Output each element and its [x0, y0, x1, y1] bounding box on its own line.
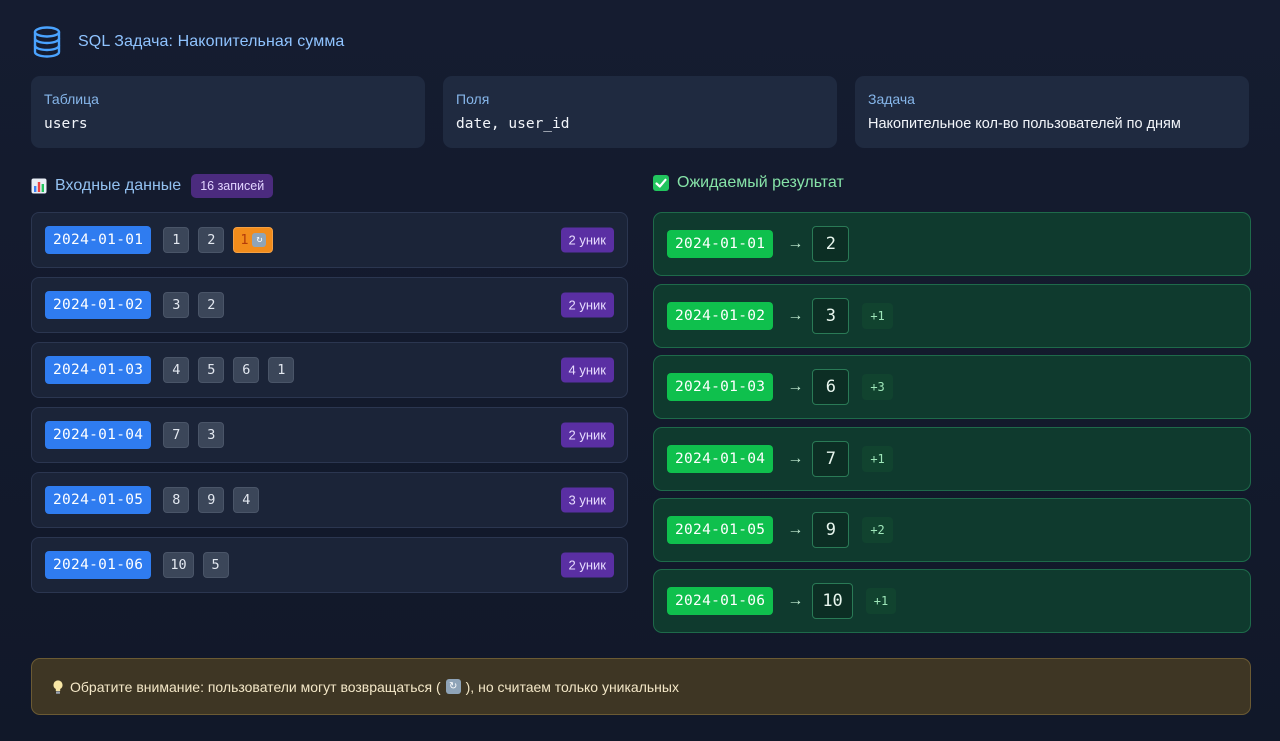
unique-count-badge: 3 уник — [560, 487, 614, 513]
user-id-list: 8 9 4 — [163, 487, 260, 513]
date-pill: 2024-01-03 — [45, 356, 152, 384]
unique-count-badge: 2 уник — [560, 227, 614, 253]
input-row: 2024-01-01 1 2 1 ↻ 2 уник — [31, 212, 628, 268]
right-arrow-icon: → — [787, 521, 804, 538]
right-arrow-icon: → — [787, 307, 804, 324]
date-pill: 2024-01-06 — [45, 551, 152, 579]
info-label: Таблица — [44, 91, 99, 107]
input-row: 2024-01-04 7 3 2 уник — [31, 407, 628, 463]
database-icon — [33, 26, 61, 58]
user-id-chip: 3 — [198, 422, 225, 448]
repeat-icon: ↻ — [445, 679, 461, 694]
delta-badge: +1 — [862, 303, 893, 329]
delta-badge: +3 — [862, 374, 893, 400]
result-row: 2024-01-03 → 6 +3 — [653, 355, 1251, 419]
page-title: SQL Задача: Накопительная сумма — [78, 33, 345, 50]
user-id-chip: 5 — [202, 552, 229, 578]
result-date-pill: 2024-01-02 — [667, 302, 774, 330]
result-date-pill: 2024-01-06 — [667, 587, 774, 615]
user-id-chip: 2 — [198, 227, 225, 253]
bar-chart-emoji-icon — [31, 178, 47, 194]
hint-text-end: ), но считаем только уникальных — [465, 678, 679, 695]
hint-note: Обратите внимание: пользователи могут во… — [31, 658, 1251, 715]
result-row: 2024-01-02 → 3 +1 — [653, 284, 1251, 348]
info-card-table: Таблица users — [31, 76, 425, 148]
right-arrow-icon: → — [787, 450, 804, 467]
input-row: 2024-01-05 8 9 4 3 уник — [31, 472, 628, 528]
result-row: 2024-01-01 → 2 — [653, 212, 1251, 276]
info-value: users — [44, 116, 88, 132]
user-id-chip: 2 — [198, 292, 225, 318]
unique-count-badge: 2 уник — [560, 422, 614, 448]
check-mark-emoji-icon — [653, 175, 669, 191]
user-id-chip: 5 — [198, 357, 225, 383]
user-id-list: 3 2 — [163, 292, 225, 318]
user-id-chip: 6 — [233, 357, 260, 383]
unique-count-badge: 4 уник — [560, 357, 614, 383]
cumulative-total: 6 — [812, 369, 850, 405]
date-pill: 2024-01-01 — [45, 226, 152, 254]
right-arrow-icon: → — [787, 592, 804, 609]
date-pill: 2024-01-02 — [45, 291, 152, 319]
input-row: 2024-01-02 3 2 2 уник — [31, 277, 628, 333]
unique-count-badge: 2 уник — [560, 552, 614, 578]
user-id-chip: 10 — [163, 552, 194, 578]
record-count-badge: 16 записей — [191, 174, 274, 198]
input-row: 2024-01-06 10 5 2 уник — [31, 537, 628, 593]
result-row: 2024-01-05 → 9 +2 — [653, 498, 1251, 562]
result-date-pill: 2024-01-03 — [667, 373, 774, 401]
lightbulb-icon — [53, 679, 63, 694]
result-date-pill: 2024-01-01 — [667, 230, 774, 258]
result-row: 2024-01-06 → 10 +1 — [653, 569, 1251, 633]
input-section-header: Входные данные 16 записей — [31, 174, 274, 198]
user-id-list: 7 3 — [163, 422, 225, 448]
info-card-fields: Поля date, user_id — [443, 76, 837, 148]
right-arrow-icon: → — [787, 235, 804, 252]
user-id-list: 1 2 1 ↻ — [163, 227, 274, 253]
info-label: Поля — [456, 91, 490, 107]
info-label: Задача — [868, 91, 915, 107]
output-section-title: Ожидаемый результат — [677, 174, 844, 191]
repeat-icon: ↻ — [252, 233, 267, 247]
right-arrow-icon: → — [787, 378, 804, 395]
user-id-chip: 1 — [163, 227, 190, 253]
header: SQL Задача: Накопительная сумма — [32, 26, 344, 58]
user-id-chip: 7 — [163, 422, 190, 448]
returning-user-id: 1 — [240, 232, 249, 248]
hint-text-start: Обратите внимание: пользователи могут во… — [70, 678, 441, 695]
delta-badge: +2 — [862, 517, 893, 543]
cumulative-total: 7 — [812, 441, 850, 477]
result-row: 2024-01-04 → 7 +1 — [653, 427, 1251, 491]
user-id-chip: 8 — [163, 487, 190, 513]
output-section-header: Ожидаемый результат — [653, 174, 844, 192]
info-value: Накопительное кол-во пользователей по дн… — [868, 116, 1181, 132]
user-id-list: 10 5 — [163, 552, 229, 578]
user-id-chip: 1 — [268, 357, 295, 383]
info-value: date, user_id — [456, 116, 570, 132]
input-section-title: Входные данные — [55, 177, 182, 194]
delta-badge: +1 — [862, 446, 893, 472]
user-id-chip: 3 — [163, 292, 190, 318]
user-id-list: 4 5 6 1 — [163, 357, 295, 383]
user-id-chip: 9 — [198, 487, 225, 513]
result-date-pill: 2024-01-04 — [667, 445, 774, 473]
result-date-pill: 2024-01-05 — [667, 516, 774, 544]
input-row: 2024-01-03 4 5 6 1 4 уник — [31, 342, 628, 398]
date-pill: 2024-01-05 — [45, 486, 152, 514]
cumulative-total: 3 — [812, 298, 850, 334]
info-card-task: Задача Накопительное кол-во пользователе… — [855, 76, 1249, 148]
cumulative-total: 2 — [812, 226, 850, 262]
cumulative-total: 9 — [812, 512, 850, 548]
cumulative-total: 10 — [812, 583, 853, 619]
page: SQL Задача: Накопительная сумма Таблица … — [0, 0, 1280, 741]
unique-count-badge: 2 уник — [560, 292, 614, 318]
user-id-chip: 4 — [233, 487, 260, 513]
returning-user-chip: 1 ↻ — [233, 227, 274, 253]
date-pill: 2024-01-04 — [45, 421, 152, 449]
user-id-chip: 4 — [163, 357, 190, 383]
delta-badge: +1 — [865, 588, 897, 614]
